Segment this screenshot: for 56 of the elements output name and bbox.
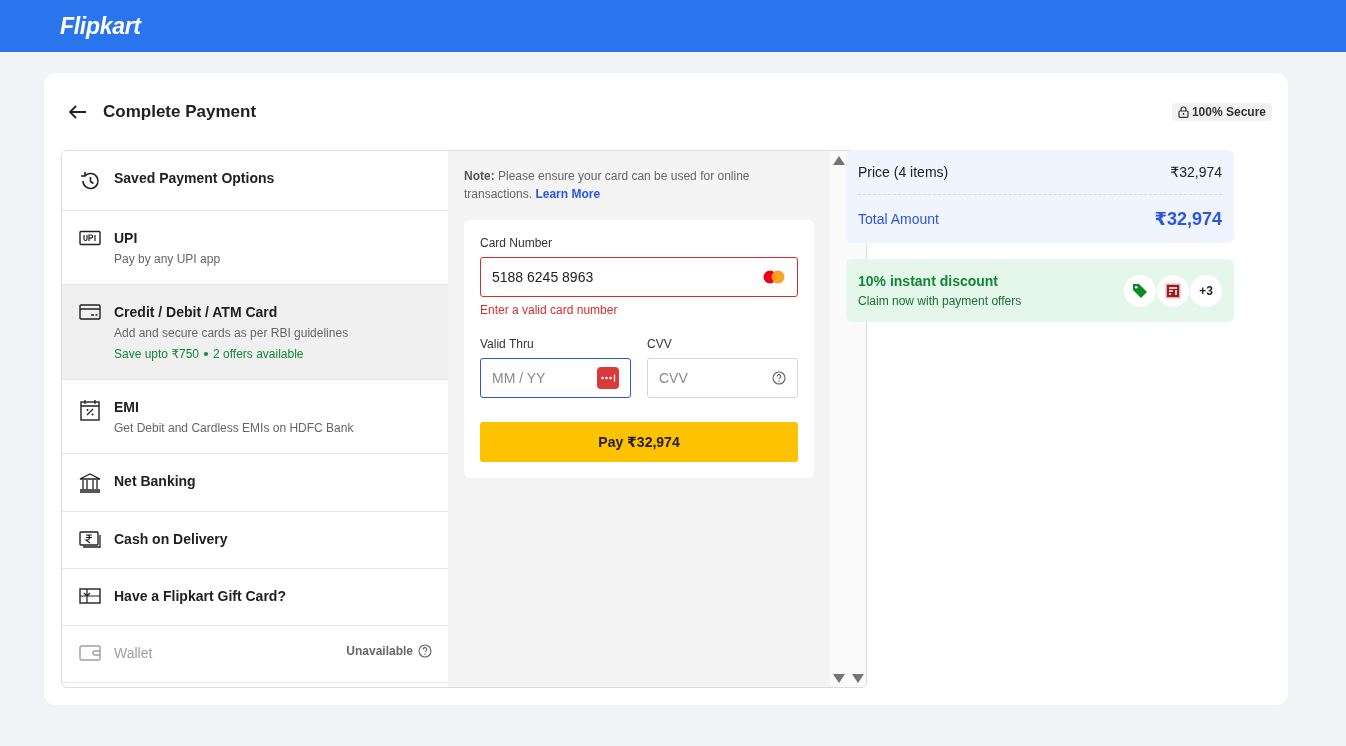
upi-icon — [79, 230, 101, 246]
note-text: Note: Please ensure your card can be used for online transactions. Learn More — [464, 168, 751, 203]
price-label: Price (4 items) — [858, 164, 949, 180]
method-title: EMI — [114, 398, 140, 416]
method-title: Cash on Delivery — [114, 530, 229, 548]
wallet-icon — [79, 645, 101, 661]
pay-button[interactable]: Pay ₹32,974 — [480, 422, 798, 462]
offer-count: 2 offers available — [213, 347, 304, 361]
payment-method-item[interactable]: Saved Payment Options — [62, 151, 448, 211]
payment-method-item[interactable]: Credit / Debit / ATM Card Add and secure cards as per RBI guidelines Save upto ₹750 2 offers available — [62, 285, 448, 380]
separator-dot — [204, 352, 209, 356]
status-label: Unavailable — [346, 644, 413, 658]
history-icon — [79, 170, 101, 192]
help-icon[interactable] — [772, 371, 786, 385]
scroll-down-icon[interactable] — [852, 674, 864, 683]
offer-text: Save upto ₹750 — [114, 347, 200, 361]
password-manager-icon — [597, 367, 619, 389]
learn-more-link[interactable]: Learn More — [535, 187, 601, 201]
bank-logo-icon — [1165, 282, 1181, 299]
field-label: Card Number — [480, 236, 554, 250]
method-title: Have a Flipkart Gift Card? — [114, 587, 287, 605]
scroll-up-icon[interactable] — [833, 156, 845, 165]
cash-icon — [79, 531, 101, 549]
tag-icon — [1132, 282, 1148, 299]
field-label: CVV — [647, 337, 673, 351]
more-offers-count: +3 — [1190, 274, 1222, 307]
offer-subtitle: Claim now with payment offers — [858, 294, 1022, 308]
total-value: ₹32,974 — [1154, 208, 1222, 230]
calendar-percent-icon — [80, 399, 100, 421]
offer-title: 10% instant discount — [858, 273, 1000, 289]
card-network-icon — [762, 270, 786, 284]
cvv-field[interactable]: CVV — [647, 358, 798, 398]
expiry-field[interactable]: MM / YY — [480, 358, 631, 398]
method-title: Credit / Debit / ATM Card — [114, 303, 279, 321]
method-title: Saved Payment Options — [114, 169, 276, 187]
offer-banner[interactable]: 10% instant discount Claim now with payment offers +3 — [846, 259, 1234, 322]
total-label: Total Amount — [858, 211, 939, 227]
logo[interactable]: Flipkart — [60, 12, 141, 40]
method-title: Net Banking — [114, 472, 197, 490]
error-message: Enter a valid card number — [480, 303, 619, 317]
gift-card-icon — [79, 588, 101, 604]
method-description: Pay by any UPI app — [114, 252, 222, 266]
method-title: UPI — [114, 229, 139, 247]
method-description: Add and secure cards as per RBI guidelines — [114, 326, 350, 340]
page-title: Complete Payment — [103, 101, 258, 122]
field-label: Valid Thru — [480, 337, 535, 351]
bank-icon — [79, 473, 101, 493]
card-number-field[interactable]: 5188 6245 8963 — [480, 257, 798, 297]
method-description: Get Debit and Cardless EMIs on HDFC Bank — [114, 421, 355, 435]
back-arrow-icon[interactable] — [69, 104, 87, 119]
scroll-down-icon[interactable] — [833, 674, 845, 683]
card-icon — [79, 304, 101, 320]
price-value: ₹32,974 — [1170, 164, 1222, 180]
lock-icon — [1177, 105, 1189, 118]
method-title: Wallet — [114, 644, 154, 662]
secure-label: 100% Secure — [1191, 104, 1266, 119]
